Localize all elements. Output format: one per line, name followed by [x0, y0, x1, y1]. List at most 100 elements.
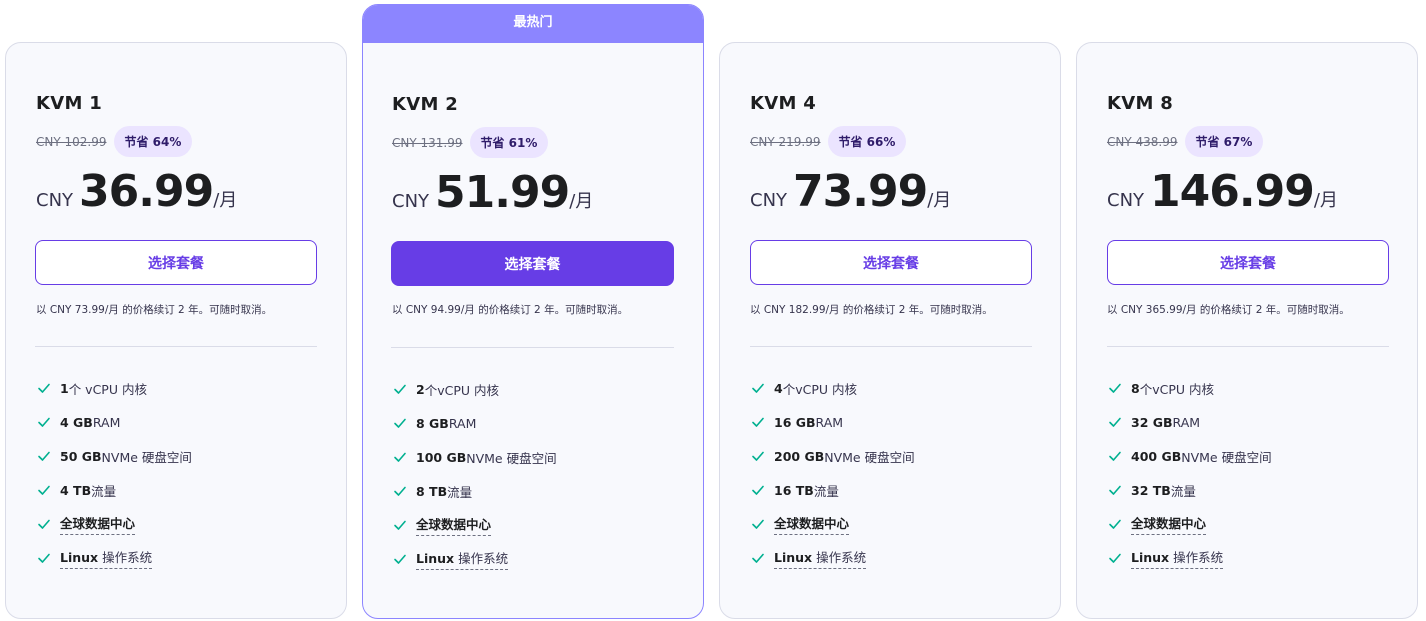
feature-os-tooltip[interactable]: Linux 操作系统: [416, 548, 509, 570]
check-icon: [394, 384, 406, 394]
feature-os: Linux 操作系统: [36, 541, 192, 575]
feature-list: 2 个vCPU 内核 8 GB RAM 100 GB NVMe 硬盘空间 8 T…: [392, 372, 557, 576]
select-plan-button[interactable]: 选择套餐: [1107, 240, 1389, 285]
select-plan-button[interactable]: 选择套餐: [391, 241, 674, 286]
price-unit: /月: [213, 190, 238, 211]
check-icon: [752, 553, 764, 563]
discount-badge: 节省 61%: [469, 127, 549, 158]
feature-os: Linux 操作系统: [1107, 541, 1272, 575]
feature-disk: 200 GB NVMe 硬盘空间: [750, 439, 915, 473]
feature-disk-size: 50 GB: [60, 448, 102, 464]
feature-datacenter: 全球数据中心: [392, 508, 557, 542]
check-icon: [1109, 553, 1121, 563]
feature-os-tooltip[interactable]: Linux 操作系统: [60, 547, 153, 569]
feature-traffic-size: 4 TB: [60, 482, 92, 498]
check-icon: [38, 519, 50, 529]
feature-list: 1 个 vCPU 内核 4 GB RAM 50 GB NVMe 硬盘空间 4 T…: [36, 371, 192, 575]
feature-os: Linux 操作系统: [750, 541, 915, 575]
feature-disk: 100 GB NVMe 硬盘空间: [392, 440, 557, 474]
select-plan-button[interactable]: 选择套餐: [750, 240, 1032, 285]
check-icon: [394, 554, 406, 564]
feature-os-label: 操作系统: [98, 550, 153, 565]
feature-traffic: 32 TB 流量: [1107, 473, 1272, 507]
feature-ram-size: 8 GB: [416, 415, 449, 431]
feature-ram: 16 GB RAM: [750, 405, 915, 439]
feature-datacenter-tooltip[interactable]: 全球数据中心: [774, 513, 850, 535]
plan-name: KVM 1: [36, 93, 103, 114]
feature-traffic: 16 TB 流量: [750, 473, 915, 507]
plan-card-kvm2: 最热门 KVM 2 CNY 131.99 节省 61% CNY 51.99 /月…: [362, 4, 704, 619]
feature-os-label: 操作系统: [1169, 550, 1224, 565]
feature-disk-label: NVMe 硬盘空间: [1181, 449, 1272, 465]
divider: [1107, 346, 1389, 347]
feature-datacenter-tooltip[interactable]: 全球数据中心: [416, 514, 492, 536]
feature-ram-label: RAM: [448, 415, 477, 431]
feature-disk: 50 GB NVMe 硬盘空间: [36, 439, 192, 473]
check-icon: [394, 452, 406, 462]
price-currency: CNY: [36, 190, 74, 211]
feature-vcpu-label: 个vCPU 内核: [782, 381, 857, 397]
plan-card-kvm4: KVM 4 CNY 219.99 节省 66% CNY 73.99 /月 选择套…: [719, 42, 1061, 619]
feature-ram-size: 4 GB: [60, 414, 93, 430]
feature-vcpu-label: 个vCPU 内核: [424, 382, 499, 398]
check-icon: [394, 486, 406, 496]
price-currency: CNY: [1107, 190, 1145, 211]
check-icon: [752, 519, 764, 529]
check-icon: [752, 383, 764, 393]
feature-datacenter-tooltip[interactable]: 全球数据中心: [1131, 513, 1207, 535]
feature-os-name: Linux: [774, 550, 813, 565]
feature-disk: 400 GB NVMe 硬盘空间: [1107, 439, 1272, 473]
original-price-row: CNY 131.99 节省 61%: [392, 127, 549, 158]
price-unit: /月: [569, 191, 594, 212]
check-icon: [1109, 417, 1121, 427]
original-price-row: CNY 102.99 节省 64%: [36, 126, 193, 157]
renewal-note: 以 CNY 73.99/月 的价格续订 2 年。可随时取消。: [36, 304, 273, 316]
original-price-row: CNY 219.99 节省 66%: [750, 126, 907, 157]
feature-vcpu-count: 8: [1131, 380, 1140, 396]
feature-datacenter: 全球数据中心: [1107, 507, 1272, 541]
feature-vcpu: 1 个 vCPU 内核: [36, 371, 192, 405]
feature-traffic-size: 32 TB: [1131, 482, 1171, 498]
feature-os-tooltip[interactable]: Linux 操作系统: [1131, 547, 1224, 569]
check-icon: [38, 485, 50, 495]
feature-os-tooltip[interactable]: Linux 操作系统: [774, 547, 867, 569]
feature-disk-size: 400 GB: [1131, 448, 1182, 464]
feature-disk-size: 200 GB: [774, 448, 825, 464]
feature-ram: 4 GB RAM: [36, 405, 192, 439]
price-currency: CNY: [750, 190, 788, 211]
price-row: CNY 51.99 /月: [392, 167, 593, 218]
feature-ram-label: RAM: [1172, 414, 1201, 430]
feature-os-name: Linux: [416, 551, 455, 566]
check-icon: [1109, 383, 1121, 393]
divider: [35, 346, 317, 347]
check-icon: [38, 451, 50, 461]
original-price: CNY 438.99: [1107, 134, 1178, 149]
discount-badge: 节省 67%: [1184, 126, 1264, 157]
renewal-note: 以 CNY 365.99/月 的价格续订 2 年。可随时取消。: [1107, 304, 1350, 316]
price-unit: /月: [927, 190, 952, 211]
feature-ram-label: RAM: [92, 414, 121, 430]
price-amount: 51.99: [435, 167, 570, 218]
plan-name: KVM 8: [1107, 93, 1174, 114]
check-icon: [752, 417, 764, 427]
feature-vcpu-label: 个 vCPU 内核: [68, 381, 147, 397]
feature-list: 8 个vCPU 内核 32 GB RAM 400 GB NVMe 硬盘空间 32…: [1107, 371, 1272, 575]
check-icon: [394, 418, 406, 428]
feature-datacenter: 全球数据中心: [36, 507, 192, 541]
feature-vcpu-label: 个vCPU 内核: [1139, 381, 1214, 397]
select-plan-button[interactable]: 选择套餐: [35, 240, 317, 285]
feature-vcpu: 2 个vCPU 内核: [392, 372, 557, 406]
original-price-row: CNY 438.99 节省 67%: [1107, 126, 1264, 157]
feature-vcpu: 4 个vCPU 内核: [750, 371, 915, 405]
plan-card-kvm1: KVM 1 CNY 102.99 节省 64% CNY 36.99 /月 选择套…: [5, 42, 347, 619]
divider: [750, 346, 1032, 347]
plan-name: KVM 4: [750, 93, 817, 114]
price-row: CNY 73.99 /月: [750, 166, 951, 217]
check-icon: [394, 520, 406, 530]
feature-os-name: Linux: [60, 550, 99, 565]
feature-os-label: 操作系统: [454, 551, 509, 566]
feature-vcpu-count: 1: [60, 380, 69, 396]
feature-datacenter-tooltip[interactable]: 全球数据中心: [60, 513, 136, 535]
feature-list: 4 个vCPU 内核 16 GB RAM 200 GB NVMe 硬盘空间 16…: [750, 371, 915, 575]
feature-os-name: Linux: [1131, 550, 1170, 565]
